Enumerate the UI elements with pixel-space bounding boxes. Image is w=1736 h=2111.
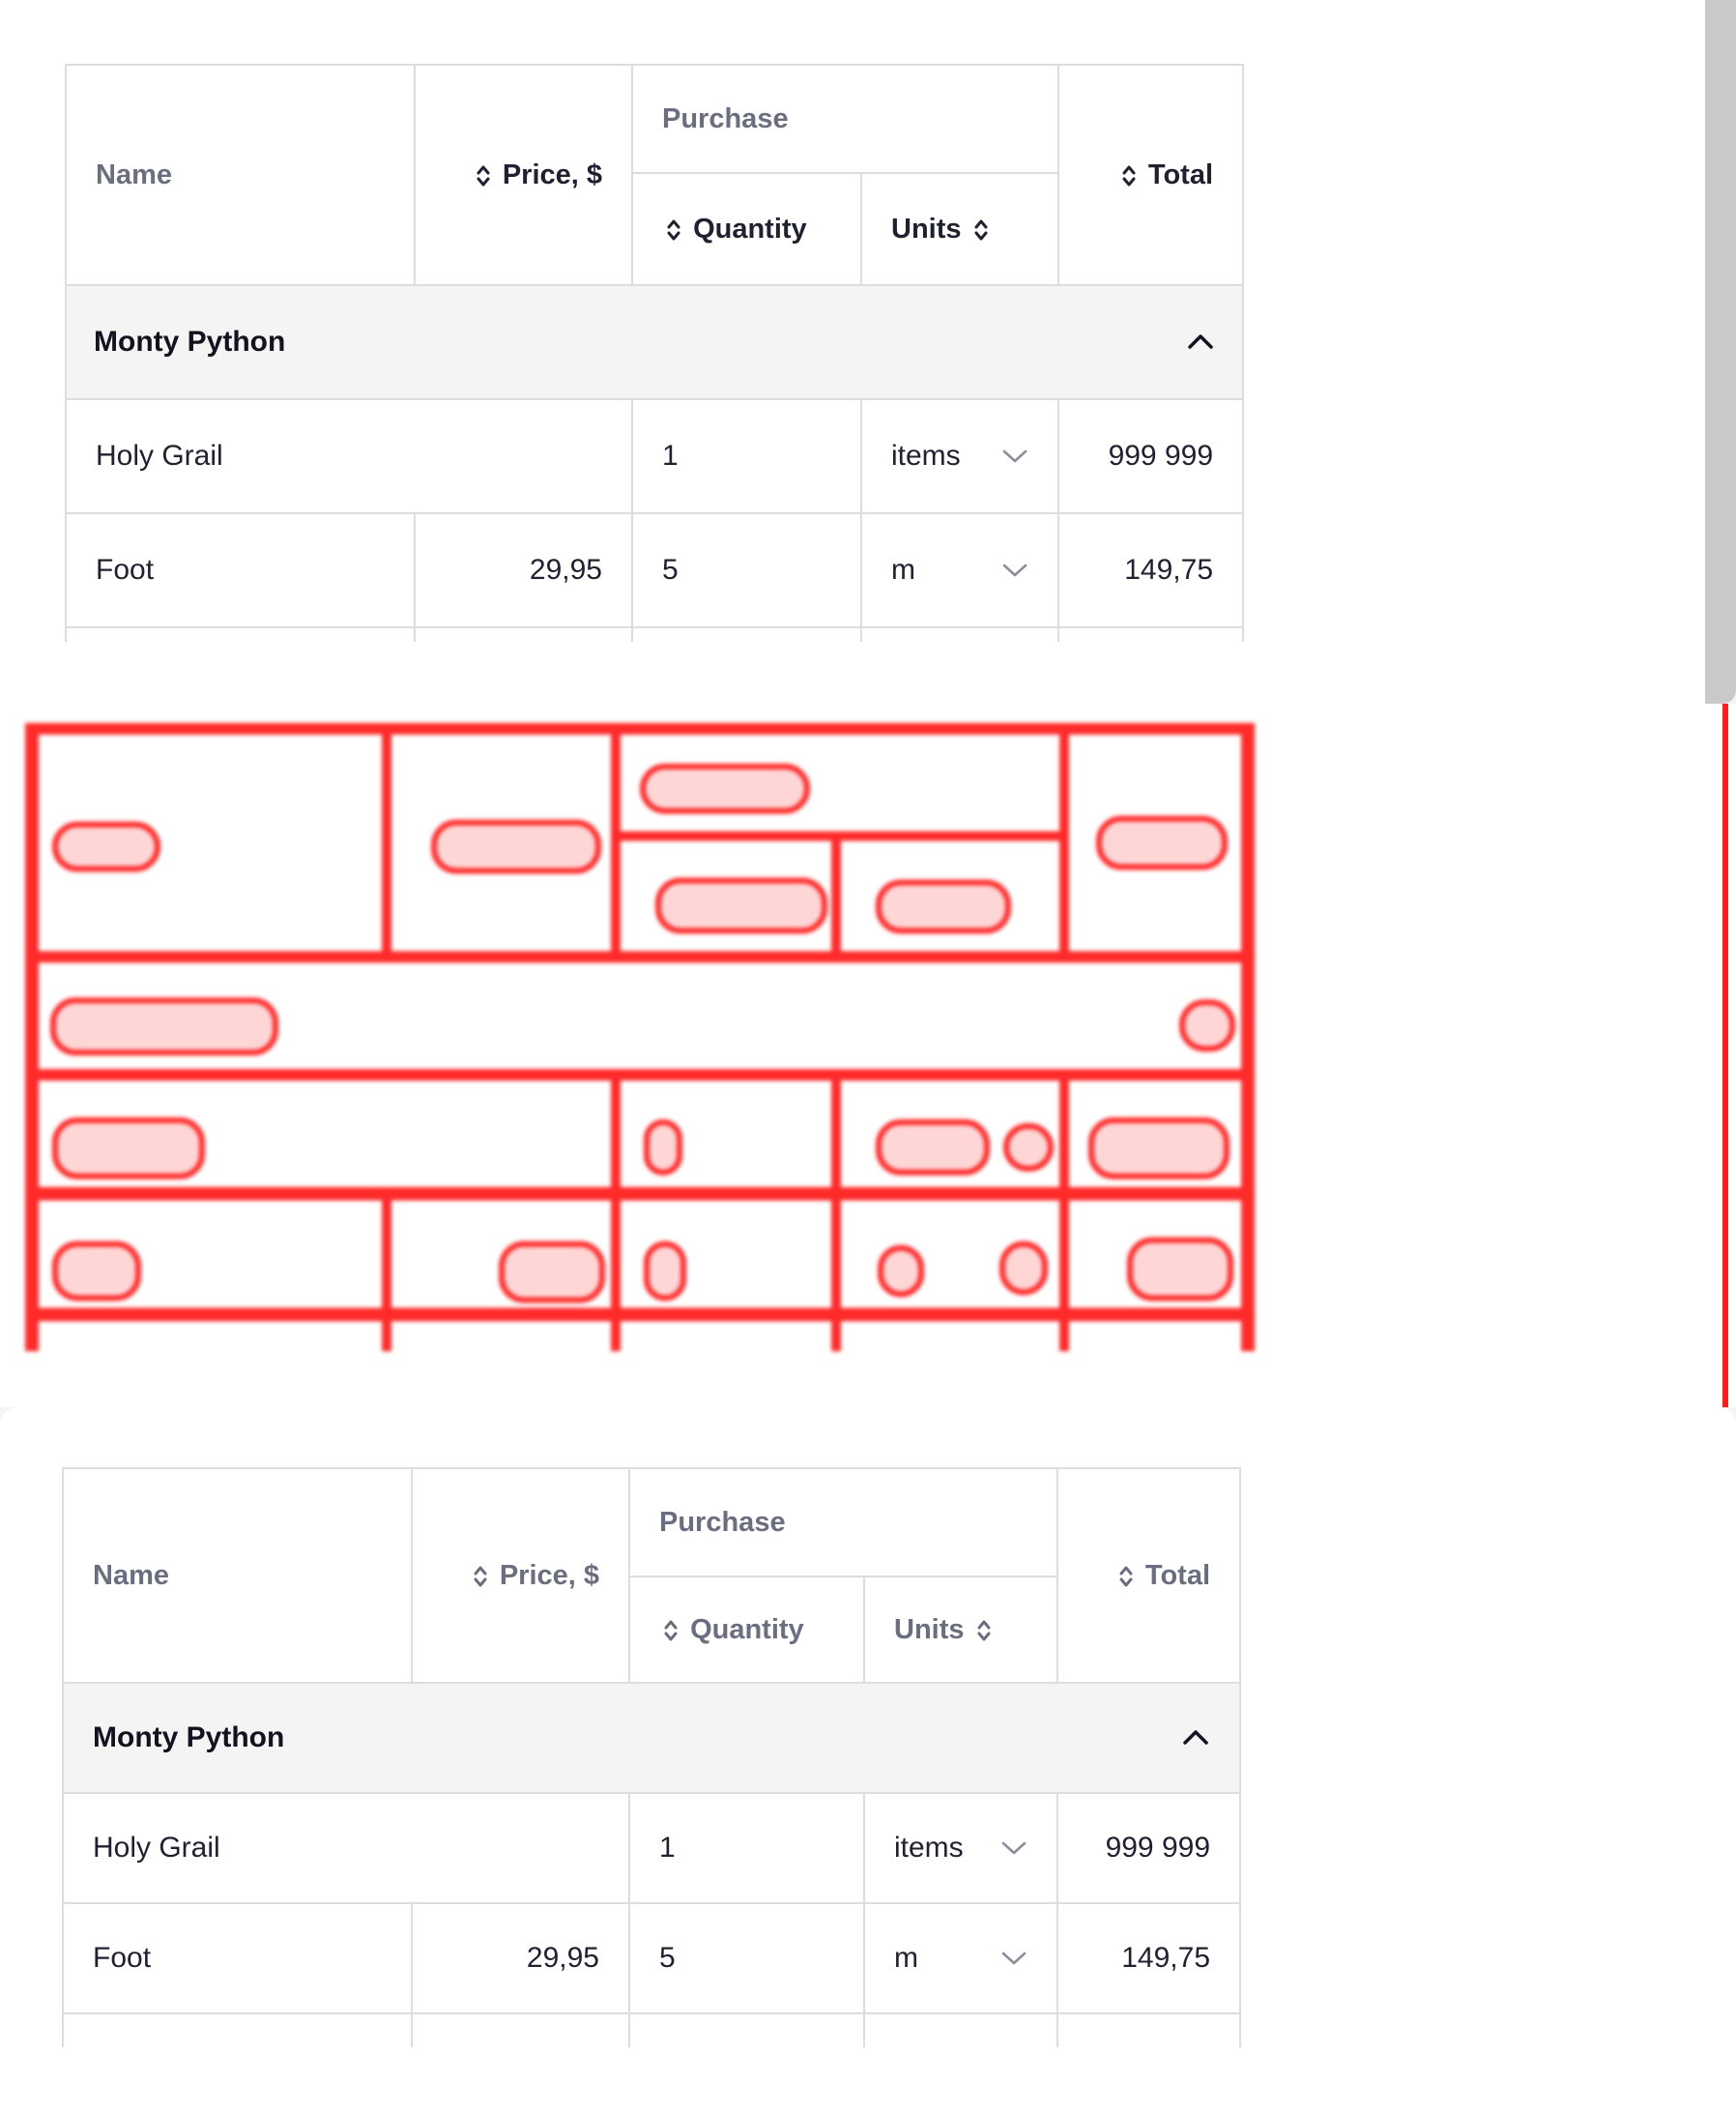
- sort-updown-icon: [977, 1620, 991, 1641]
- group-label: Monty Python: [93, 1721, 285, 1753]
- column-header-price[interactable]: Price, $: [416, 66, 633, 286]
- sort-updown-icon: [1119, 1566, 1133, 1587]
- column-header-name[interactable]: Name: [67, 66, 416, 286]
- chevron-down-icon: [1002, 564, 1027, 577]
- cell-total: 149,75: [1059, 514, 1245, 628]
- sort-updown-icon: [474, 1566, 487, 1587]
- sort-updown-icon: [974, 219, 988, 241]
- cell-units-select[interactable]: m: [865, 1904, 1059, 2014]
- table-row: Holy Grail 1 items 999 999: [67, 400, 1245, 514]
- column-group-header-purchase: Purchase: [633, 66, 1060, 174]
- group-row-monty-python[interactable]: Monty Python: [64, 1684, 1242, 1794]
- chevron-up-icon[interactable]: [1181, 1727, 1210, 1747]
- cell-name: Foot: [67, 514, 416, 628]
- data-table: Name Price, $ Purchase Total Quantity Un…: [65, 64, 1245, 642]
- sort-updown-icon: [664, 1620, 678, 1641]
- column-header-units[interactable]: Units: [862, 174, 1060, 286]
- data-table: Name Price, $ Purchase Total Quantity Un…: [62, 1467, 1242, 2047]
- cell-price[interactable]: 29,95: [413, 1904, 630, 2014]
- table-row: Holy Grail 1 items 999 999: [64, 1794, 1242, 1904]
- cell-quantity[interactable]: 5: [630, 1904, 865, 2014]
- column-group-header-purchase: Purchase: [630, 1469, 1059, 1577]
- chevron-up-icon[interactable]: [1186, 332, 1215, 351]
- cell-quantity[interactable]: 1: [630, 1794, 865, 1904]
- table-row: Foot 29,95 5 m 149,75: [67, 514, 1245, 628]
- cell-total: 999 999: [1058, 1794, 1242, 1904]
- cell-units-select[interactable]: items: [865, 1794, 1059, 1904]
- cell-name: Holy Grail: [67, 400, 633, 514]
- column-header-total[interactable]: Total: [1059, 66, 1245, 286]
- diff-overlay-panel: [0, 704, 1736, 1407]
- diff-scrollbar-marker: [1722, 704, 1728, 1407]
- cell-price[interactable]: 29,95: [416, 514, 633, 628]
- column-header-units[interactable]: Units: [865, 1577, 1059, 1684]
- sort-updown-icon: [1122, 165, 1136, 187]
- scrollbar[interactable]: [1705, 0, 1736, 704]
- group-label: Monty Python: [94, 326, 286, 358]
- cell-units-select[interactable]: items: [862, 400, 1060, 514]
- sort-updown-icon: [667, 219, 680, 241]
- chevron-down-icon: [1001, 1952, 1027, 1965]
- sort-updown-icon: [477, 165, 490, 187]
- chevron-down-icon: [1001, 1841, 1027, 1855]
- cell-total: 149,75: [1058, 1904, 1242, 2014]
- column-header-quantity[interactable]: Quantity: [630, 1577, 865, 1684]
- table-row: Foot 29,95 5 m 149,75: [64, 1904, 1242, 2014]
- cell-quantity[interactable]: 5: [633, 514, 862, 628]
- diff-table-outline: [25, 723, 1255, 1351]
- cell-units-select[interactable]: m: [862, 514, 1060, 628]
- table-panel-top: Name Price, $ Purchase Total Quantity Un…: [0, 0, 1736, 704]
- column-header-total[interactable]: Total: [1058, 1469, 1242, 1684]
- cell-name: Holy Grail: [64, 1794, 630, 1904]
- group-row-monty-python[interactable]: Monty Python: [67, 286, 1245, 400]
- table-panel-bottom: Name Price, $ Purchase Total Quantity Un…: [0, 1407, 1736, 2111]
- column-header-name[interactable]: Name: [64, 1469, 413, 1684]
- column-header-quantity[interactable]: Quantity: [633, 174, 862, 286]
- chevron-down-icon: [1002, 449, 1027, 463]
- column-header-price[interactable]: Price, $: [413, 1469, 630, 1684]
- cell-name: Foot: [64, 1904, 413, 2014]
- cell-quantity[interactable]: 1: [633, 400, 862, 514]
- cell-total: 999 999: [1059, 400, 1245, 514]
